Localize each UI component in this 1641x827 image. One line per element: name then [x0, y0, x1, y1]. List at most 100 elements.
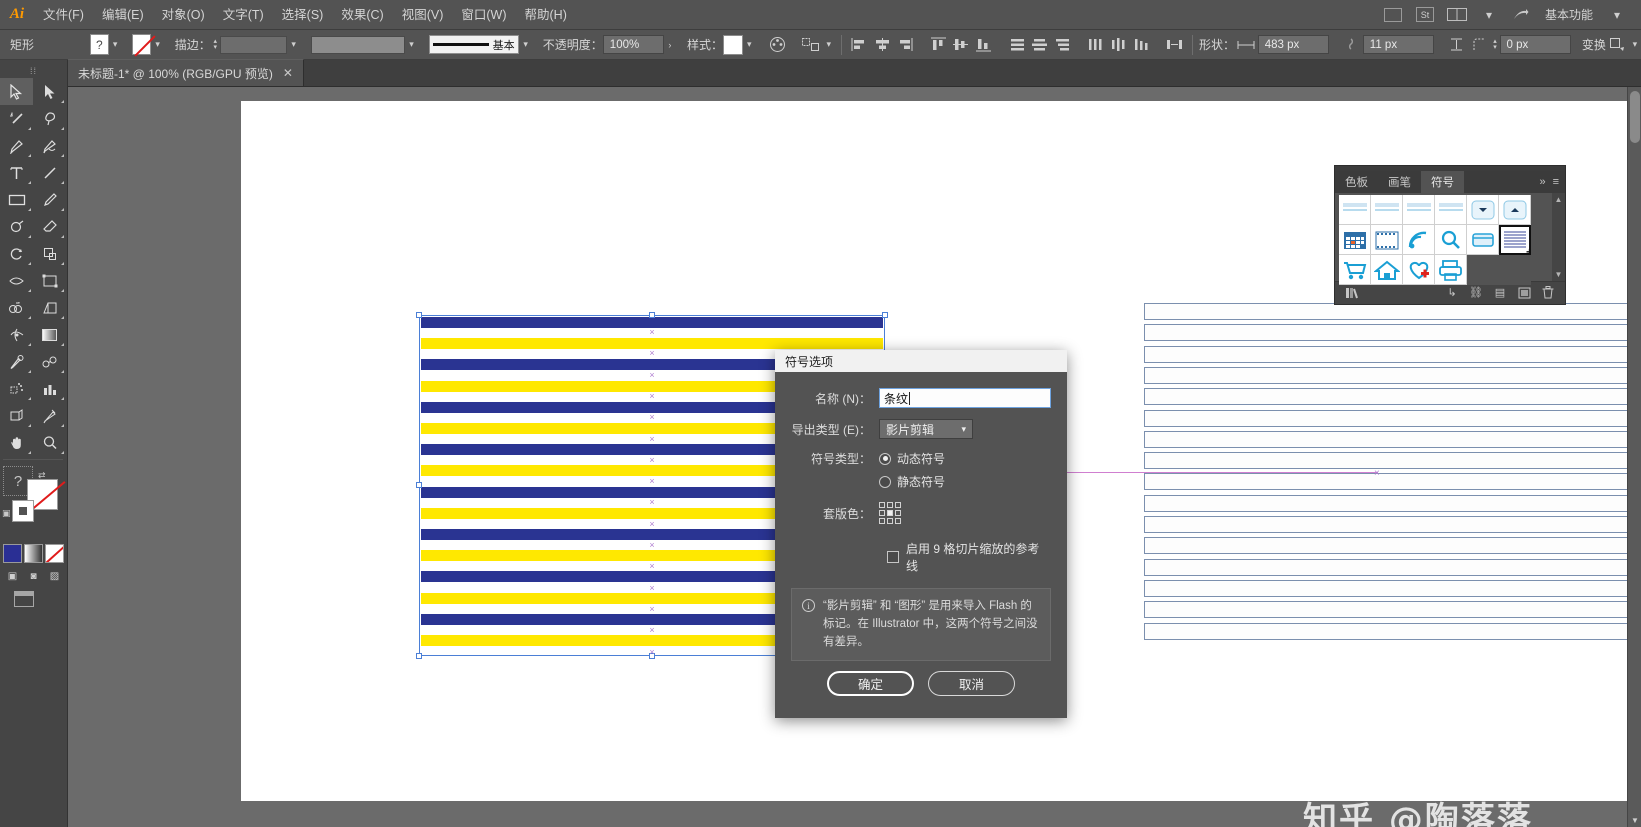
outline-rect[interactable] — [1144, 601, 1641, 619]
tab-symbols[interactable]: 符号 — [1421, 171, 1464, 193]
outline-rect[interactable] — [1144, 473, 1641, 491]
outline-rect[interactable] — [1144, 366, 1641, 384]
outline-rect[interactable] — [1144, 303, 1641, 320]
curvature-tool[interactable] — [33, 132, 66, 159]
distribute-h-left-icon[interactable] — [1086, 34, 1107, 56]
share-icon[interactable] — [1508, 4, 1534, 26]
rectangle-tool[interactable] — [0, 186, 33, 213]
selection-tool[interactable] — [0, 78, 33, 105]
align-top-icon[interactable] — [928, 34, 949, 56]
bridge-icon[interactable] — [1380, 4, 1406, 26]
collapse-panel-icon[interactable]: » — [1539, 176, 1545, 188]
chevron-down-icon[interactable]: ▾ — [1476, 4, 1502, 26]
menu-item-file[interactable]: 文件(F) — [34, 0, 93, 30]
symbol-cell-sym-chevron-up[interactable] — [1499, 195, 1531, 225]
stock-icon[interactable]: St — [1412, 4, 1438, 26]
distribute-top-icon[interactable] — [1007, 34, 1028, 56]
outline-rect[interactable] — [1144, 409, 1641, 427]
scroll-thumb[interactable] — [1630, 91, 1640, 143]
width-profile-chevron-icon[interactable]: ▾ — [405, 35, 418, 55]
screen-mode-icon[interactable] — [14, 591, 34, 607]
registration-dot-1-0[interactable] — [879, 510, 885, 516]
symbol-cell-sym-home[interactable] — [1371, 255, 1403, 285]
select-similar-icon[interactable] — [801, 34, 822, 56]
export-type-select[interactable]: 影片剪辑 ▾ — [879, 419, 973, 439]
transform-chevron-icon[interactable]: ▾ — [1629, 35, 1641, 55]
gradient-mode-icon[interactable] — [24, 544, 43, 563]
transform-label[interactable]: 变换 — [1582, 36, 1606, 53]
shaper-tool[interactable] — [0, 213, 33, 240]
eyedropper-tool[interactable] — [0, 348, 33, 375]
opacity-input[interactable]: 100% — [602, 35, 664, 54]
registration-dot-1-1[interactable] — [887, 510, 893, 516]
pen-tool[interactable] — [0, 132, 33, 159]
menu-item-window[interactable]: 窗口(W) — [452, 0, 515, 30]
outline-rect[interactable] — [1144, 345, 1641, 363]
symbol-sprayer-tool[interactable] — [0, 375, 33, 402]
symbol-cell-sym-stripes[interactable]: + — [1499, 225, 1531, 255]
hand-tool[interactable] — [0, 429, 33, 456]
cancel-button[interactable]: 取消 — [928, 671, 1015, 696]
style-chevron-icon[interactable]: ▾ — [743, 35, 756, 55]
distribute-h-right-icon[interactable] — [1131, 34, 1152, 56]
symbol-cell-sym-bar-02[interactable] — [1371, 195, 1403, 225]
default-fill-stroke-icon[interactable]: ▣ — [2, 508, 11, 519]
symbol-cell-sym-printer[interactable] — [1435, 255, 1467, 285]
stroke-weight-input[interactable] — [219, 35, 288, 54]
corner-radius-stepper[interactable]: ▴ ▾ — [1491, 36, 1500, 54]
close-icon[interactable]: ✕ — [283, 66, 293, 80]
symbols-scroll-up-icon[interactable]: ▲ — [1555, 195, 1563, 204]
outline-rect[interactable] — [1144, 558, 1641, 576]
rotate-tool[interactable] — [0, 240, 33, 267]
slice-scaling-row[interactable]: 启用 9 格切片缩放的参考线 — [887, 540, 1051, 574]
distribute-center-icon[interactable] — [1029, 34, 1050, 56]
align-center-h-icon[interactable] — [872, 34, 893, 56]
symbol-libraries-icon[interactable] — [1341, 284, 1363, 302]
outline-rect[interactable] — [1144, 494, 1641, 512]
panel-menu-icon[interactable]: ≡ — [1553, 176, 1559, 188]
radio-static-symbol[interactable]: 静态符号 — [879, 473, 945, 490]
name-input[interactable]: 条纹 — [879, 388, 1051, 408]
symbol-cell-sym-bar-01[interactable] — [1339, 195, 1371, 225]
artboard-tool[interactable] — [0, 402, 33, 429]
menu-item-view[interactable]: 视图(V) — [393, 0, 453, 30]
direct-selection-tool[interactable] — [33, 78, 66, 105]
type-tool[interactable] — [0, 159, 33, 186]
menu-item-select[interactable]: 选择(S) — [273, 0, 333, 30]
tab-brushes[interactable]: 画笔 — [1378, 171, 1421, 193]
none-mode-icon[interactable] — [45, 544, 64, 563]
link-dimensions-icon[interactable] — [1341, 34, 1362, 56]
slice-tool[interactable] — [33, 402, 66, 429]
outline-rect[interactable] — [1144, 324, 1641, 342]
symbol-cell-sym-search[interactable] — [1435, 225, 1467, 255]
lasso-tool[interactable] — [33, 105, 66, 132]
draw-inside-icon[interactable]: ▨ — [45, 568, 64, 585]
symbol-cell-sym-chevron-down[interactable] — [1467, 195, 1499, 225]
symbols-scrollbar[interactable]: ▲ ▼ — [1552, 193, 1565, 281]
shape-rotate-icon[interactable] — [1446, 34, 1467, 56]
place-symbol-instance-icon[interactable]: ↳ — [1441, 284, 1463, 302]
brush-chevron-icon[interactable]: ▾ — [519, 35, 532, 55]
color-mode-icon[interactable] — [3, 544, 22, 563]
fill-swatch-button[interactable]: ? — [89, 34, 109, 55]
variable-width-profile[interactable] — [310, 35, 406, 54]
opacity-chevron-icon[interactable]: › — [664, 35, 677, 55]
scroll-down-icon[interactable]: ▼ — [1628, 813, 1641, 827]
symbol-cell-sym-wifi[interactable] — [1403, 225, 1435, 255]
shape-width-input[interactable]: 483 px — [1257, 35, 1330, 54]
registration-dot-0-2[interactable] — [895, 502, 901, 508]
scale-tool[interactable] — [33, 240, 66, 267]
zoom-tool[interactable] — [33, 429, 66, 456]
registration-dot-0-0[interactable] — [879, 502, 885, 508]
registration-dot-0-1[interactable] — [887, 502, 893, 508]
menu-item-type[interactable]: 文字(T) — [214, 0, 273, 30]
registration-dot-1-2[interactable] — [895, 510, 901, 516]
outline-rect[interactable] — [1144, 516, 1641, 533]
outline-rect[interactable] — [1144, 388, 1641, 406]
menu-item-help[interactable]: 帮助(H) — [516, 0, 576, 30]
symbol-options-dialog[interactable]: 符号选项 名称 (N)： 条纹 导出类型 (E)： 影片剪辑 ▾ 符号类型： 动… — [775, 350, 1067, 718]
menu-item-effect[interactable]: 效果(C) — [332, 0, 392, 30]
brush-definition-combo[interactable]: 基本 — [428, 35, 520, 54]
outline-rect[interactable] — [1144, 430, 1641, 448]
symbol-cell-sym-window[interactable] — [1467, 225, 1499, 255]
